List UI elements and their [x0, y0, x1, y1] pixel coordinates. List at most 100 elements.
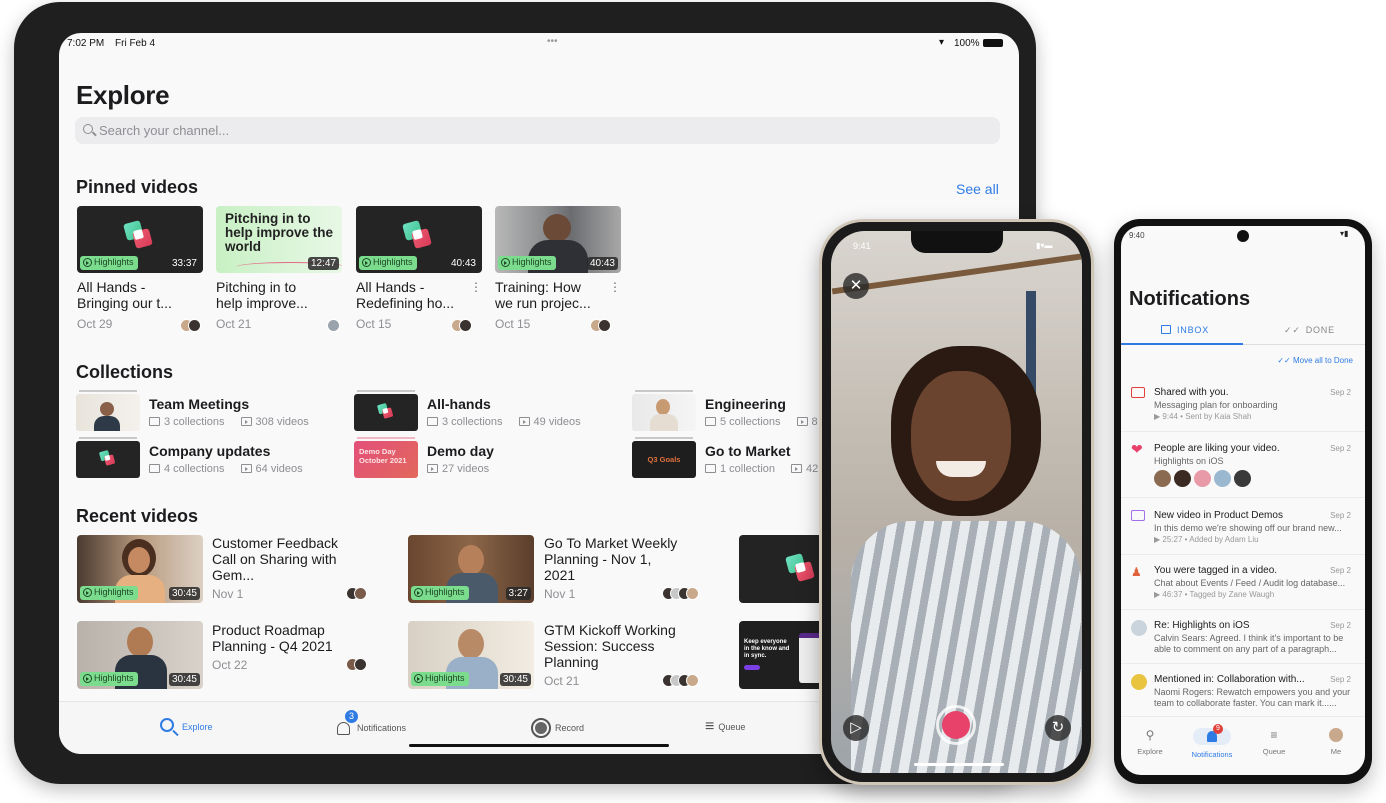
video-thumbnail[interactable]: Highlights 3:27 [408, 535, 534, 603]
viewer-avatars [662, 674, 699, 687]
app-logo-icon [402, 220, 434, 252]
queue-icon: ≡ [705, 718, 715, 735]
collection-thumbnail: Demo Day October 2021 [354, 441, 418, 478]
pinned-video-card[interactable]: Highlights 40:43 Training: How we run pro… [495, 206, 621, 336]
video-date: Nov 1 [544, 587, 576, 601]
video-thumbnail[interactable]: Pitching in to help improve the world 12… [216, 206, 342, 273]
pinned-video-card[interactable]: Pitching in to help improve the world 12… [216, 206, 342, 336]
nav-explore[interactable]: ⚲ Explore [1125, 728, 1175, 756]
queue-icon: ≡ [1270, 728, 1278, 742]
more-options-icon[interactable]: ⋮ [470, 281, 482, 293]
camera-preview: 9:41 ▮▾▬ ✕ ▷ ↻ [831, 231, 1082, 773]
collection-item[interactable]: All-hands 3 collections 49 videos [354, 390, 624, 434]
search-icon [160, 718, 179, 737]
battery-icon [983, 39, 1003, 47]
tab-done[interactable]: ✓✓ DONE [1284, 325, 1335, 336]
collections-heading: Collections [76, 362, 174, 382]
nav-notifications[interactable]: 9 Notifications [1187, 724, 1237, 759]
duration: 30:45 [168, 673, 200, 686]
video-thumbnail[interactable]: Highlights 40:43 [356, 206, 482, 273]
double-check-icon: ✓✓ [1277, 356, 1293, 365]
folder-icon [149, 417, 160, 426]
liker-avatars [1154, 470, 1251, 487]
record-icon [531, 718, 551, 738]
highlights-badge: Highlights [80, 256, 138, 270]
video-title[interactable]: Product Roadmap Planning - Q4 2021 [212, 622, 352, 654]
notification-item[interactable]: Shared with you. Sep 2 Messaging plan fo… [1121, 376, 1365, 432]
highlights-badge: Highlights [498, 256, 556, 270]
tab-record[interactable]: Record [531, 718, 584, 738]
library-icon[interactable]: ▷ [843, 715, 869, 741]
search-input[interactable]: Search your channel... [75, 117, 1000, 144]
signal-wifi-battery-icon: ▮▾▬ [1036, 241, 1053, 250]
notification-badge: 9 [1213, 724, 1223, 734]
highlights-badge: Highlights [80, 586, 138, 600]
video-icon [240, 464, 252, 473]
bell-icon: 3 [335, 710, 358, 738]
status-time: 9:41 [853, 241, 871, 251]
video-thumbnail[interactable]: Highlights 30:45 [408, 621, 534, 689]
record-button[interactable] [936, 705, 976, 745]
page-title: Explore [76, 80, 170, 110]
android-device: 9:40 ▾▮ Notifications INBOX ✓✓ DONE ✓✓ Mo… [1114, 219, 1372, 784]
video-title[interactable]: Go To Market Weekly Planning - Nov 1, 20… [544, 535, 684, 583]
folder-icon [705, 417, 716, 426]
viewer-avatars [346, 587, 367, 600]
collection-thumbnail: Q3 Goals [632, 441, 696, 478]
avatar [1329, 728, 1343, 742]
tab-explore[interactable]: Explore [160, 718, 213, 737]
folder-icon [705, 464, 716, 473]
notification-item[interactable]: Mentioned in: Collaboration with... Sep … [1121, 664, 1365, 717]
tab-queue[interactable]: ≡ Queue [705, 718, 745, 736]
notification-item[interactable]: New video in Product Demos Sep 2 In this… [1121, 498, 1365, 555]
duration: 30:45 [168, 587, 200, 600]
collection-item[interactable]: Demo Day October 2021 Demo day 27 videos [354, 437, 624, 481]
multitask-dots[interactable]: ••• [547, 36, 558, 47]
notification-item[interactable]: ❤ People are liking your video. Sep 2 Hi… [1121, 432, 1365, 498]
notification-item[interactable]: ♟ You were tagged in a video. Sep 2 Chat… [1121, 555, 1365, 610]
video-title[interactable]: Customer Feedback Call on Sharing with G… [212, 535, 352, 583]
recent-heading: Recent videos [76, 506, 199, 526]
thumbnail-text: Demo Day October 2021 [359, 447, 407, 465]
share-video-icon [1131, 387, 1145, 398]
notification-item[interactable]: Re: Highlights on iOS Sep 2 Calvin Sears… [1121, 610, 1365, 664]
move-all-to-done-button[interactable]: ✓✓ Move all to Done [1277, 356, 1353, 365]
app-logo-icon [785, 553, 817, 585]
wifi-icon: ▾ [939, 37, 945, 48]
close-button[interactable]: ✕ [843, 273, 869, 299]
video-title: Pitching in to help improve... [216, 279, 308, 311]
avatar [1131, 674, 1147, 690]
pinned-video-card[interactable]: Highlights 33:37 All Hands - Bringing our… [77, 206, 203, 336]
app-logo-icon [123, 220, 155, 252]
video-thumbnail[interactable]: Highlights 40:43 [495, 206, 621, 273]
video-date: Oct 22 [212, 658, 248, 672]
status-date: Fri Feb 4 [115, 38, 156, 49]
highlights-badge: Highlights [411, 672, 469, 686]
flip-camera-icon[interactable]: ↻ [1045, 715, 1071, 741]
nav-me[interactable]: Me [1311, 728, 1361, 756]
duration: 30:45 [499, 673, 531, 686]
more-options-icon[interactable]: ⋮ [609, 281, 621, 293]
video-thumbnail[interactable]: Highlights 30:45 [77, 535, 203, 603]
collection-meta: 3 collections 308 videos [149, 416, 309, 428]
collection-item[interactable]: Company updates 4 collections 64 videos [76, 437, 346, 481]
tab-notifications[interactable]: 3 Notifications [335, 710, 406, 738]
tab-inbox[interactable]: INBOX [1161, 325, 1209, 335]
see-all-link[interactable]: See all [956, 181, 999, 197]
inbox-icon [1161, 325, 1171, 334]
video-title[interactable]: GTM Kickoff Working Session: Success Pla… [544, 622, 684, 670]
pinned-video-card[interactable]: Highlights 40:43 All Hands - Redefining h… [356, 206, 482, 336]
status-time: 9:40 [1129, 231, 1145, 240]
nav-queue[interactable]: ≡ Queue [1249, 728, 1299, 756]
notification-badge: 3 [345, 710, 358, 723]
bell-icon: 9 [1193, 724, 1231, 745]
video-thumbnail[interactable]: Highlights 33:37 [77, 206, 203, 273]
collection-item[interactable]: Team Meetings 3 collections 308 videos [76, 390, 346, 434]
battery-percent: 100% [954, 38, 980, 49]
page-title: Notifications [1129, 288, 1251, 310]
collection-meta: 4 collections 64 videos [149, 463, 303, 475]
video-thumbnail[interactable]: Highlights 30:45 [77, 621, 203, 689]
home-indicator [914, 763, 1004, 766]
viewer-avatars [590, 319, 611, 332]
video-icon [796, 417, 808, 426]
